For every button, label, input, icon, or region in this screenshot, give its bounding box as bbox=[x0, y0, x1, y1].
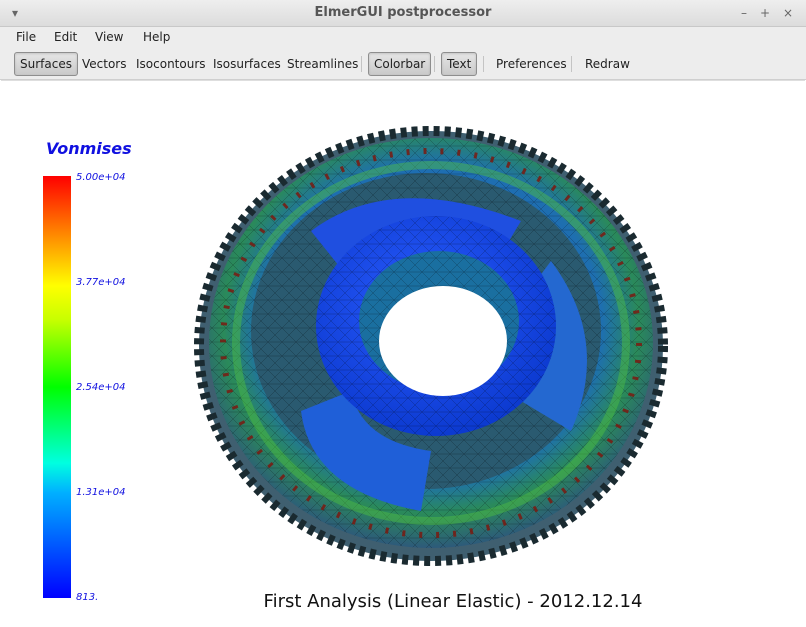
text-button[interactable]: Text bbox=[441, 52, 478, 76]
toolbar-separator bbox=[361, 56, 362, 72]
colorbar-label: 2.54e+04 bbox=[76, 382, 126, 393]
window-title: ElmerGUI postprocessor bbox=[314, 5, 492, 20]
toolbar: Surfaces Vectors Isocontours Isosurfaces… bbox=[0, 49, 806, 80]
gear-bore bbox=[379, 286, 507, 396]
streamlines-button[interactable]: Streamlines bbox=[281, 52, 364, 76]
colorbar-label: 3.77e+04 bbox=[76, 277, 126, 288]
legend-title: Vonmises bbox=[46, 139, 132, 158]
gear-mesh-render bbox=[194, 126, 668, 566]
menu-bar: File Edit View Help bbox=[0, 27, 806, 49]
vectors-button[interactable]: Vectors bbox=[76, 52, 133, 76]
toolbar-separator bbox=[571, 56, 572, 72]
close-icon[interactable]: × bbox=[779, 4, 797, 22]
colorbar-button[interactable]: Colorbar bbox=[368, 52, 432, 76]
menu-help[interactable]: Help bbox=[143, 30, 170, 44]
redraw-button[interactable]: Redraw bbox=[579, 52, 636, 76]
isosurfaces-button[interactable]: Isosurfaces bbox=[207, 52, 287, 76]
maximize-icon[interactable]: + bbox=[756, 4, 774, 22]
colorbar-label: 1.31e+04 bbox=[76, 487, 126, 498]
menu-view[interactable]: View bbox=[95, 30, 123, 44]
isocontours-button[interactable]: Isocontours bbox=[130, 52, 212, 76]
menu-file[interactable]: File bbox=[16, 30, 36, 44]
colorbar-label-max: 5.00e+04 bbox=[76, 172, 126, 183]
toolbar-separator bbox=[434, 56, 435, 72]
preferences-button[interactable]: Preferences bbox=[490, 52, 573, 76]
menu-edit[interactable]: Edit bbox=[54, 30, 77, 44]
title-bar: ▾ ElmerGUI postprocessor – + × bbox=[0, 0, 806, 27]
colorbar-scale bbox=[43, 176, 71, 598]
postprocessor-window: ▾ ElmerGUI postprocessor – + × File Edit… bbox=[0, 0, 806, 627]
surfaces-button[interactable]: Surfaces bbox=[14, 52, 78, 76]
toolbar-separator bbox=[483, 56, 484, 72]
minimize-icon[interactable]: – bbox=[735, 4, 753, 22]
analysis-caption: First Analysis (Linear Elastic) - 2012.1… bbox=[263, 591, 643, 612]
render-viewport[interactable]: Vonmises 5.00e+04 3.77e+04 2.54e+04 1.31… bbox=[1, 80, 805, 627]
